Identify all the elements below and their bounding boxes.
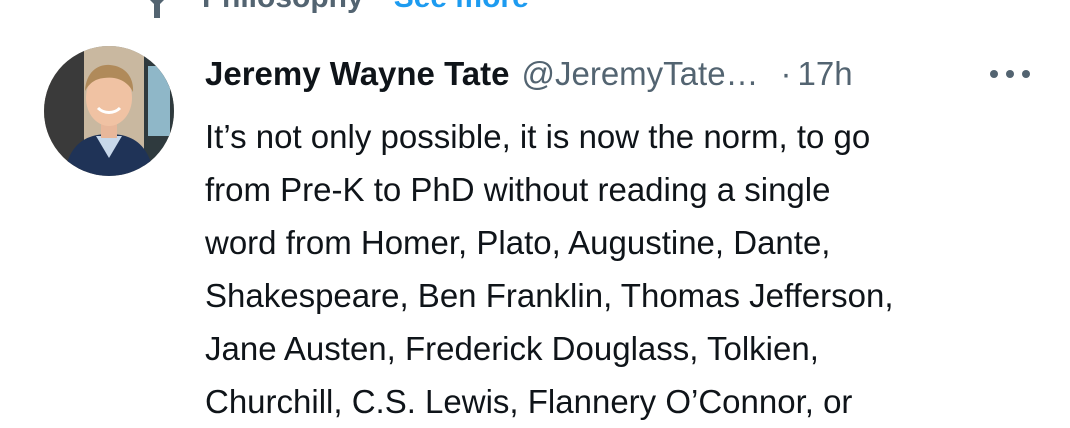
tweet-header: Jeremy Wayne Tate @JeremyTate… · 17h [205, 54, 1040, 94]
tweet-text-line: It’s not only possible, it is now the no… [205, 118, 871, 155]
tweet-timestamp[interactable]: 17h [798, 54, 853, 94]
topic-context: Philosophy See more [142, 0, 529, 18]
tweet-text: It’s not only possible, it is now the no… [205, 110, 1045, 428]
avatar[interactable] [44, 46, 174, 176]
topic-pin-icon [142, 0, 172, 18]
author-handle[interactable]: @JeremyTate… [521, 54, 758, 94]
more-options-icon[interactable] [990, 63, 1030, 85]
tweet-text-line: Churchill, C.S. Lewis, Flannery O’Connor… [205, 383, 853, 420]
tweet-text-line: Jane Austen, Frederick Douglass, Tolkien… [205, 330, 819, 367]
more-dot [990, 70, 998, 78]
author-name[interactable]: Jeremy Wayne Tate [205, 54, 509, 94]
more-dot [1006, 70, 1014, 78]
separator-dot: · [780, 55, 792, 92]
tweet-text-line: word from Homer, Plato, Augustine, Dante… [205, 224, 831, 261]
tweet-text-line: Shakespeare, Ben Franklin, Thomas Jeffer… [205, 277, 894, 314]
tweet-text-line: from Pre-K to PhD without reading a sing… [205, 171, 831, 208]
topic-label[interactable]: Philosophy [202, 0, 364, 13]
more-dot [1022, 70, 1030, 78]
see-more-link[interactable]: See more [394, 0, 529, 13]
